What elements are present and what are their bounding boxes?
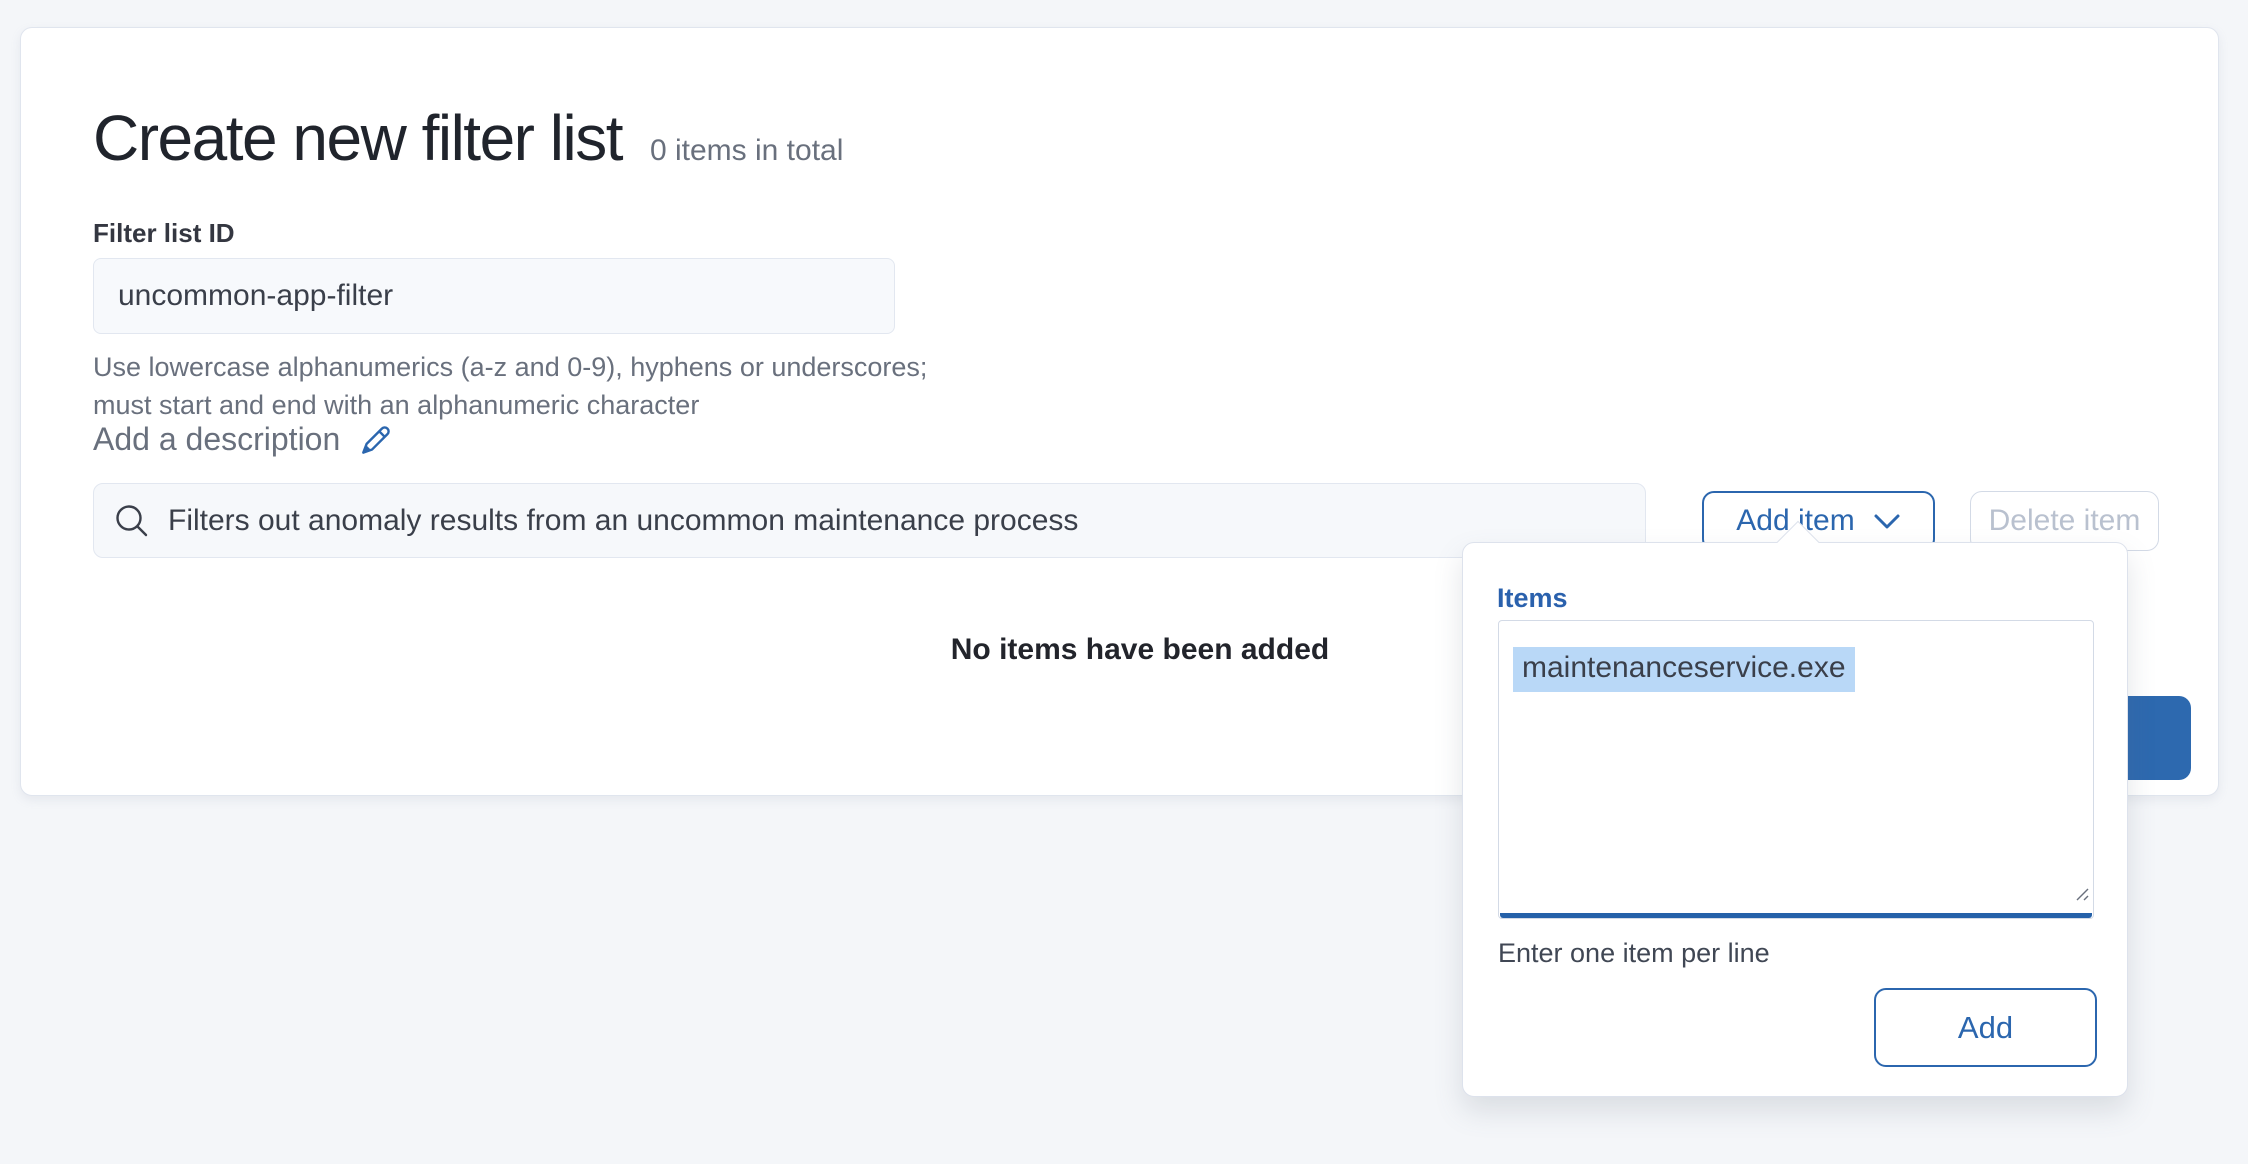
delete-item-button-label: Delete item (1988, 504, 2141, 537)
filter-list-id-input[interactable] (93, 258, 895, 334)
pencil-icon (356, 422, 394, 458)
add-item-popover: Items maintenanceservice.exe Enter one i… (1462, 520, 2128, 1097)
chevron-down-icon (1874, 514, 1900, 528)
selected-text: maintenanceservice.exe (1513, 647, 1855, 692)
search-input[interactable] (168, 484, 1645, 557)
resize-handle-icon[interactable] (2072, 876, 2090, 910)
card-header: Create new filter list 0 items in total (93, 106, 843, 170)
add-description-label: Add a description (93, 421, 341, 457)
items-textarea[interactable]: maintenanceservice.exe (1498, 620, 2094, 919)
filter-list-id-help: Use lowercase alphanumerics (a-z and 0-9… (93, 352, 928, 420)
page-title: Create new filter list (93, 102, 623, 174)
items-count-text: 0 items in total (649, 134, 844, 167)
popover-add-button-label: Add (1957, 1009, 2014, 1045)
textarea-focus-underline (1500, 913, 2092, 918)
search-icon (116, 504, 148, 536)
popover-title: Items (1497, 583, 1568, 613)
filter-list-id-label: Filter list ID (93, 218, 235, 248)
popover-add-button[interactable]: Add (1874, 988, 2097, 1067)
page: Create new filter list 0 items in total … (0, 0, 2248, 1164)
add-description-link[interactable]: Add a description (93, 421, 394, 458)
search-field (93, 483, 1646, 558)
popover-help-text: Enter one item per line (1498, 938, 1770, 968)
